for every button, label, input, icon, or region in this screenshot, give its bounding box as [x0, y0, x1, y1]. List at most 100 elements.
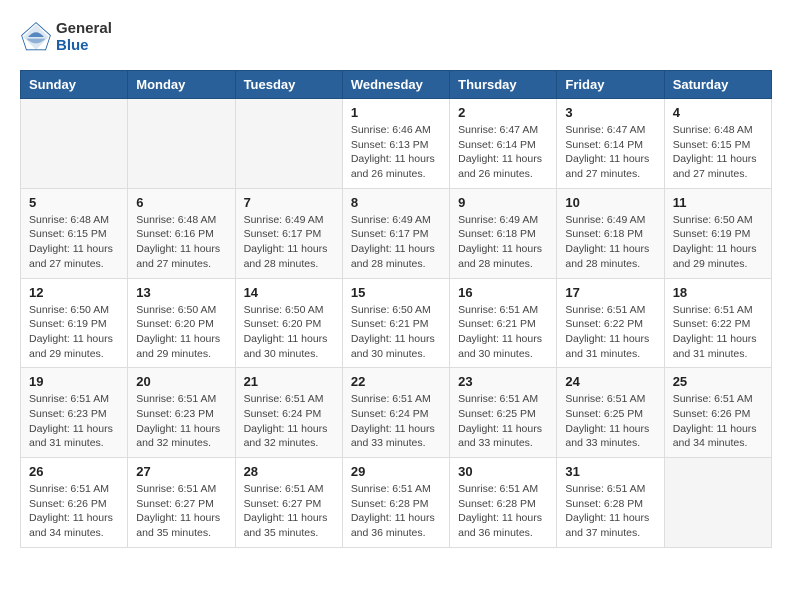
calendar-cell: 18Sunrise: 6:51 AM Sunset: 6:22 PM Dayli… — [664, 278, 771, 368]
calendar-cell — [128, 99, 235, 189]
calendar-cell: 17Sunrise: 6:51 AM Sunset: 6:22 PM Dayli… — [557, 278, 664, 368]
day-number: 17 — [565, 285, 655, 300]
day-number: 1 — [351, 105, 441, 120]
day-number: 16 — [458, 285, 548, 300]
calendar-cell: 11 Sunrise: 6:50 AM Sunset: 6:19 PM Dayli… — [664, 188, 771, 278]
day-info: Sunrise: 6:51 AM Sunset: 6:28 PM Dayligh… — [565, 482, 655, 541]
page-header: General Blue — [20, 20, 772, 54]
day-number: 20 — [136, 374, 226, 389]
day-info: Sunrise: 6:50 AM Sunset: 6:21 PM Dayligh… — [351, 303, 441, 362]
calendar-day-header: Wednesday — [342, 71, 449, 99]
day-info: Sunrise: 6:51 AM Sunset: 6:22 PM Dayligh… — [673, 303, 763, 362]
day-info: Sunrise: 6:51 AM Sunset: 6:27 PM Dayligh… — [136, 482, 226, 541]
day-info: Sunrise: 6:50 AM Sunset: 6:20 PM Dayligh… — [244, 303, 334, 362]
calendar-day-header: Saturday — [664, 71, 771, 99]
day-info: Sunrise: 6:51 AM Sunset: 6:26 PM Dayligh… — [673, 392, 763, 451]
day-info: Sunrise: 6:47 AM Sunset: 6:14 PM Dayligh… — [458, 123, 548, 182]
calendar-cell — [21, 99, 128, 189]
day-number: 8 — [351, 195, 441, 210]
day-number: 3 — [565, 105, 655, 120]
day-number: 11 — [673, 195, 763, 210]
calendar-cell: 28 Sunrise: 6:51 AM Sunset: 6:27 PM Dayli… — [235, 458, 342, 548]
day-number: 31 — [565, 464, 655, 479]
day-info: Sunrise: 6:51 AM Sunset: 6:25 PM Dayligh… — [458, 392, 548, 451]
day-info: Sunrise: 6:51 AM Sunset: 6:28 PM Dayligh… — [351, 482, 441, 541]
day-info: Sunrise: 6:50 AM Sunset: 6:20 PM Dayligh… — [136, 303, 226, 362]
day-number: 21 — [244, 374, 334, 389]
calendar-cell: 12 Sunrise: 6:50 AM Sunset: 6:19 PM Dayli… — [21, 278, 128, 368]
calendar-cell: 2Sunrise: 6:47 AM Sunset: 6:14 PM Daylig… — [450, 99, 557, 189]
day-number: 24 — [565, 374, 655, 389]
calendar-cell: 15 Sunrise: 6:50 AM Sunset: 6:21 PM Dayli… — [342, 278, 449, 368]
day-number: 5 — [29, 195, 119, 210]
calendar-cell: 6Sunrise: 6:48 AM Sunset: 6:16 PM Daylig… — [128, 188, 235, 278]
calendar-cell: 10Sunrise: 6:49 AM Sunset: 6:18 PM Dayli… — [557, 188, 664, 278]
day-info: Sunrise: 6:51 AM Sunset: 6:26 PM Dayligh… — [29, 482, 119, 541]
day-number: 25 — [673, 374, 763, 389]
day-number: 29 — [351, 464, 441, 479]
day-info: Sunrise: 6:48 AM Sunset: 6:15 PM Dayligh… — [29, 213, 119, 272]
calendar-cell: 20 Sunrise: 6:51 AM Sunset: 6:23 PM Dayli… — [128, 368, 235, 458]
calendar-cell: 21 Sunrise: 6:51 AM Sunset: 6:24 PM Dayli… — [235, 368, 342, 458]
day-number: 27 — [136, 464, 226, 479]
day-info: Sunrise: 6:51 AM Sunset: 6:24 PM Dayligh… — [244, 392, 334, 451]
day-number: 12 — [29, 285, 119, 300]
calendar-cell: 24 Sunrise: 6:51 AM Sunset: 6:25 PM Dayli… — [557, 368, 664, 458]
day-info: Sunrise: 6:51 AM Sunset: 6:24 PM Dayligh… — [351, 392, 441, 451]
calendar-cell: 16Sunrise: 6:51 AM Sunset: 6:21 PM Dayli… — [450, 278, 557, 368]
day-number: 4 — [673, 105, 763, 120]
calendar-cell: 13Sunrise: 6:50 AM Sunset: 6:20 PM Dayli… — [128, 278, 235, 368]
calendar-day-header: Tuesday — [235, 71, 342, 99]
calendar-cell: 19 Sunrise: 6:51 AM Sunset: 6:23 PM Dayli… — [21, 368, 128, 458]
calendar-week-row: 12 Sunrise: 6:50 AM Sunset: 6:19 PM Dayli… — [21, 278, 772, 368]
calendar-cell: 27 Sunrise: 6:51 AM Sunset: 6:27 PM Dayli… — [128, 458, 235, 548]
calendar-cell: 26 Sunrise: 6:51 AM Sunset: 6:26 PM Dayli… — [21, 458, 128, 548]
day-number: 6 — [136, 195, 226, 210]
calendar-week-row: 1Sunrise: 6:46 AM Sunset: 6:13 PM Daylig… — [21, 99, 772, 189]
calendar-week-row: 26 Sunrise: 6:51 AM Sunset: 6:26 PM Dayli… — [21, 458, 772, 548]
day-info: Sunrise: 6:49 AM Sunset: 6:18 PM Dayligh… — [458, 213, 548, 272]
day-info: Sunrise: 6:47 AM Sunset: 6:14 PM Dayligh… — [565, 123, 655, 182]
calendar-cell: 23 Sunrise: 6:51 AM Sunset: 6:25 PM Dayli… — [450, 368, 557, 458]
day-number: 28 — [244, 464, 334, 479]
calendar-day-header: Monday — [128, 71, 235, 99]
day-number: 23 — [458, 374, 548, 389]
logo-icon — [20, 21, 52, 53]
calendar-cell: 14 Sunrise: 6:50 AM Sunset: 6:20 PM Dayli… — [235, 278, 342, 368]
calendar-cell: 22Sunrise: 6:51 AM Sunset: 6:24 PM Dayli… — [342, 368, 449, 458]
calendar-cell: 29 Sunrise: 6:51 AM Sunset: 6:28 PM Dayli… — [342, 458, 449, 548]
day-info: Sunrise: 6:50 AM Sunset: 6:19 PM Dayligh… — [29, 303, 119, 362]
calendar-week-row: 19 Sunrise: 6:51 AM Sunset: 6:23 PM Dayli… — [21, 368, 772, 458]
calendar-cell: 7 Sunrise: 6:49 AM Sunset: 6:17 PM Daylig… — [235, 188, 342, 278]
day-info: Sunrise: 6:48 AM Sunset: 6:15 PM Dayligh… — [673, 123, 763, 182]
calendar-cell: 3 Sunrise: 6:47 AM Sunset: 6:14 PM Daylig… — [557, 99, 664, 189]
calendar-cell — [235, 99, 342, 189]
day-number: 7 — [244, 195, 334, 210]
day-number: 15 — [351, 285, 441, 300]
calendar-cell: 31 Sunrise: 6:51 AM Sunset: 6:28 PM Dayli… — [557, 458, 664, 548]
day-number: 30 — [458, 464, 548, 479]
day-number: 19 — [29, 374, 119, 389]
day-info: Sunrise: 6:51 AM Sunset: 6:23 PM Dayligh… — [136, 392, 226, 451]
day-info: Sunrise: 6:50 AM Sunset: 6:19 PM Dayligh… — [673, 213, 763, 272]
calendar-table: SundayMondayTuesdayWednesdayThursdayFrid… — [20, 70, 772, 548]
logo: General Blue — [20, 20, 112, 54]
day-info: Sunrise: 6:49 AM Sunset: 6:17 PM Dayligh… — [244, 213, 334, 272]
day-info: Sunrise: 6:49 AM Sunset: 6:17 PM Dayligh… — [351, 213, 441, 272]
day-info: Sunrise: 6:51 AM Sunset: 6:23 PM Dayligh… — [29, 392, 119, 451]
calendar-day-header: Sunday — [21, 71, 128, 99]
day-info: Sunrise: 6:51 AM Sunset: 6:28 PM Dayligh… — [458, 482, 548, 541]
calendar-week-row: 5 Sunrise: 6:48 AM Sunset: 6:15 PM Daylig… — [21, 188, 772, 278]
day-info: Sunrise: 6:51 AM Sunset: 6:27 PM Dayligh… — [244, 482, 334, 541]
day-number: 26 — [29, 464, 119, 479]
day-number: 14 — [244, 285, 334, 300]
day-number: 10 — [565, 195, 655, 210]
calendar-cell: 25 Sunrise: 6:51 AM Sunset: 6:26 PM Dayli… — [664, 368, 771, 458]
calendar-cell: 4 Sunrise: 6:48 AM Sunset: 6:15 PM Daylig… — [664, 99, 771, 189]
calendar-cell: 30 Sunrise: 6:51 AM Sunset: 6:28 PM Dayli… — [450, 458, 557, 548]
calendar-cell — [664, 458, 771, 548]
calendar-day-header: Thursday — [450, 71, 557, 99]
logo-text: General Blue — [56, 20, 112, 54]
calendar-header-row: SundayMondayTuesdayWednesdayThursdayFrid… — [21, 71, 772, 99]
day-info: Sunrise: 6:51 AM Sunset: 6:25 PM Dayligh… — [565, 392, 655, 451]
